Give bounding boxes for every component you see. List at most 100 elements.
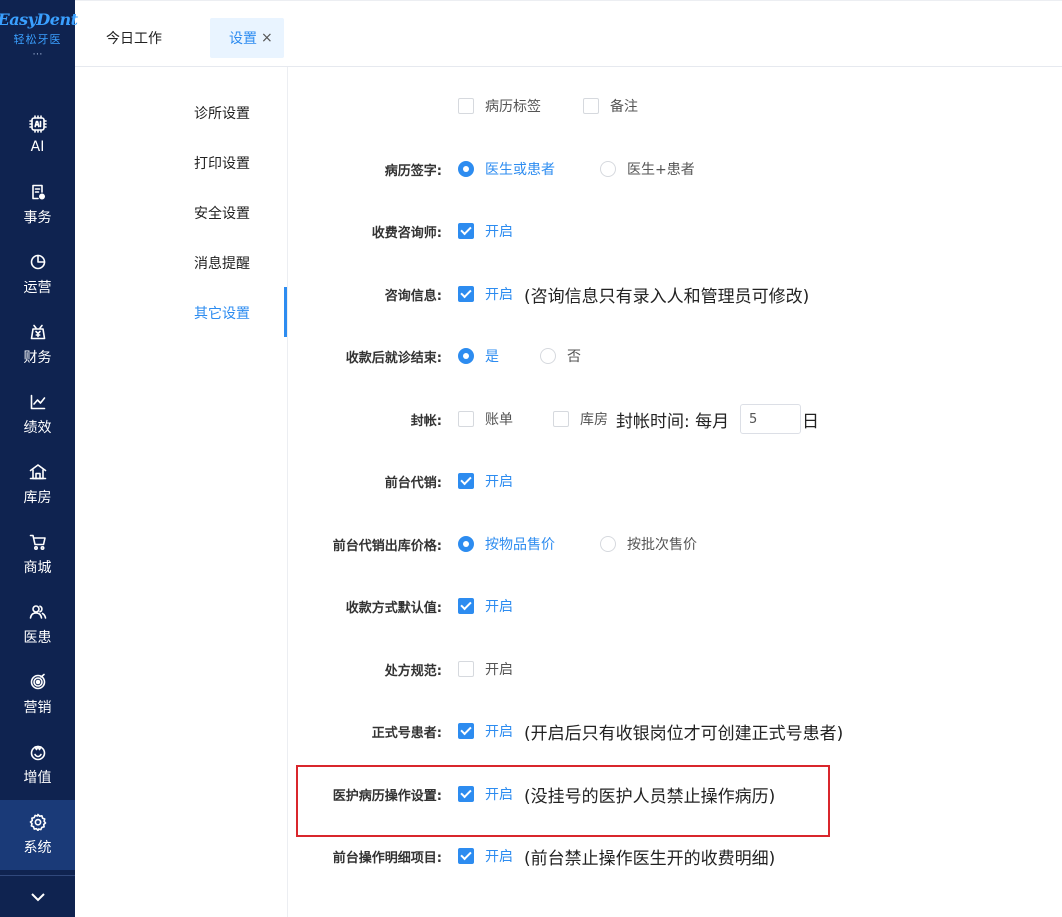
nav-label: 营销 xyxy=(23,700,52,716)
front-consign-toggle[interactable]: 开启 xyxy=(458,471,513,491)
value-added-icon xyxy=(30,745,45,761)
setting-note: (前台禁止操作医生开的收费明细) xyxy=(524,848,776,869)
setting-row-prescription: 处方规范: 开启 xyxy=(288,656,1062,682)
subnav-clinic-settings[interactable]: 诊所设置 xyxy=(194,103,250,123)
subnav-message-reminder[interactable]: 消息提醒 xyxy=(194,253,250,273)
nav-item-ai[interactable]: AI xyxy=(0,100,75,170)
tab-today-work[interactable]: 今日工作 xyxy=(106,18,162,58)
checkbox-checked[interactable] xyxy=(458,723,474,739)
setting-note: (咨询信息只有录入人和管理员可修改) xyxy=(524,286,810,307)
remark-label: 备注 xyxy=(610,99,638,115)
consign-price-opt-item-price[interactable]: 按物品售价 xyxy=(458,534,555,554)
settings-subnav: 诊所设置 打印设置 安全设置 消息提醒 其它设置 xyxy=(75,67,288,917)
consign-price-opt-batch-price[interactable]: 按批次售价 xyxy=(600,534,697,554)
radio-checked[interactable] xyxy=(458,536,474,552)
nav-label: 医患 xyxy=(23,630,52,646)
visit-end-opt-yes[interactable]: 是 xyxy=(458,346,499,366)
nav-item-value-added[interactable]: 增值 xyxy=(0,730,75,800)
setting-label: 前台操作明细项目: xyxy=(332,850,442,866)
setting-row-visit-end: 收款后就诊结束: 是 否 xyxy=(288,343,1062,369)
checkbox-label: 开启 xyxy=(485,474,513,490)
close-icon[interactable]: × xyxy=(261,30,273,46)
nav-item-operations[interactable]: 运营 xyxy=(0,240,75,310)
nav-item-finance[interactable]: 财务 xyxy=(0,310,75,380)
checkbox-unchecked[interactable] xyxy=(553,411,569,427)
checkbox-checked[interactable] xyxy=(458,786,474,802)
checkbox-label: 库房 xyxy=(580,412,608,428)
chevron-down-icon xyxy=(30,892,45,901)
radio-unchecked[interactable] xyxy=(540,348,556,364)
nav-item-patients[interactable]: 医患 xyxy=(0,590,75,660)
visit-end-opt-no[interactable]: 否 xyxy=(540,346,581,366)
setting-label: 收款方式默认值: xyxy=(345,600,442,616)
task-list-icon xyxy=(31,184,45,200)
warehouse-icon xyxy=(29,464,46,480)
radio-unchecked[interactable] xyxy=(600,536,616,552)
consult-info-toggle[interactable]: 开启 xyxy=(458,284,513,304)
setting-row-pay-default: 收款方式默认值: 开启 xyxy=(288,593,1062,619)
tab-bar: 今日工作 设置 × xyxy=(75,0,1062,67)
setting-row-record-sign: 病历签字: 医生或患者 医生+患者 xyxy=(288,156,1062,182)
checkbox-unchecked[interactable] xyxy=(458,661,474,677)
remark-checkbox[interactable] xyxy=(583,98,599,114)
subnav-other-settings[interactable]: 其它设置 xyxy=(194,303,250,323)
tab-settings-label: 设置 xyxy=(229,31,257,47)
setting-row-tags: 病历标签 备注 xyxy=(288,93,1062,119)
sidebar-collapse-button[interactable] xyxy=(0,875,75,917)
nav-label: 商城 xyxy=(23,560,52,576)
nav-item-mall[interactable]: 商城 xyxy=(0,520,75,590)
checkbox-unchecked[interactable] xyxy=(458,411,474,427)
nav-item-tasks[interactable]: 事务 xyxy=(0,170,75,240)
more-dots: ⋯ xyxy=(32,49,43,60)
radio-checked[interactable] xyxy=(458,161,474,177)
setting-row-consign-price: 前台代销出库价格: 按物品售价 按批次售价 xyxy=(288,531,1062,557)
checkbox-label: 账单 xyxy=(485,412,513,428)
checkbox-label: 开启 xyxy=(485,662,513,678)
nav-item-performance[interactable]: 绩效 xyxy=(0,380,75,450)
record-tag-checkbox[interactable] xyxy=(458,98,474,114)
radio-checked[interactable] xyxy=(458,348,474,364)
subnav-security-settings[interactable]: 安全设置 xyxy=(194,203,250,223)
checkbox-checked[interactable] xyxy=(458,223,474,239)
logo-text-en: EasyDent xyxy=(0,10,78,29)
nav-item-system[interactable]: 系统 xyxy=(0,800,75,870)
pay-default-toggle[interactable]: 开启 xyxy=(458,596,513,616)
nav-item-warehouse[interactable]: 库房 xyxy=(0,450,75,520)
nav-label: 运营 xyxy=(23,280,52,296)
checkbox-checked[interactable] xyxy=(458,473,474,489)
radio-unchecked[interactable] xyxy=(600,161,616,177)
setting-row-consult-info: 咨询信息: 开启 (咨询信息只有录入人和管理员可修改) xyxy=(288,281,1062,307)
closing-warehouse-option[interactable]: 库房 xyxy=(553,409,608,429)
checkbox-checked[interactable] xyxy=(458,598,474,614)
radio-label: 医生+患者 xyxy=(627,162,695,178)
tab-settings[interactable]: 设置 × xyxy=(210,18,284,58)
checkbox-label: 开启 xyxy=(485,599,513,615)
setting-row-medical-record-op: 医护病历操作设置: 开启 (没挂号的医护人员禁止操作病历) xyxy=(288,781,1062,807)
setting-row-closing: 封帐: 账单 库房 封帐时间: 每月 日 xyxy=(288,404,1062,434)
record-sign-opt-doctor-or-patient[interactable]: 医生或患者 xyxy=(458,159,555,179)
checkbox-label: 开启 xyxy=(485,224,513,240)
radio-label: 是 xyxy=(485,349,499,365)
setting-label: 收费咨询师: xyxy=(371,225,442,241)
subnav-active-indicator xyxy=(284,287,287,337)
record-tag-option[interactable]: 病历标签 xyxy=(458,96,541,116)
checkbox-checked[interactable] xyxy=(458,848,474,864)
radio-label: 按物品售价 xyxy=(485,537,555,553)
front-detail-toggle[interactable]: 开启 xyxy=(458,846,513,866)
closing-bill-option[interactable]: 账单 xyxy=(458,409,513,429)
line-chart-icon xyxy=(30,394,45,410)
record-tag-label: 病历标签 xyxy=(485,99,541,115)
setting-row-front-detail: 前台操作明细项目: 开启 (前台禁止操作医生开的收费明细) xyxy=(288,843,1062,869)
nav-item-marketing[interactable]: 营销 xyxy=(0,660,75,730)
nav-label: 事务 xyxy=(23,210,52,226)
closing-day-input[interactable] xyxy=(740,404,801,434)
subnav-print-settings[interactable]: 打印设置 xyxy=(194,153,250,173)
record-sign-opt-doctor-and-patient[interactable]: 医生+患者 xyxy=(600,159,695,179)
fee-consultant-toggle[interactable]: 开启 xyxy=(458,221,513,241)
checkbox-checked[interactable] xyxy=(458,286,474,302)
closing-day-suffix: 日 xyxy=(802,411,819,432)
medical-record-op-toggle[interactable]: 开启 xyxy=(458,784,513,804)
prescription-toggle[interactable]: 开启 xyxy=(458,659,513,679)
formal-patient-toggle[interactable]: 开启 xyxy=(458,721,513,741)
remark-option[interactable]: 备注 xyxy=(583,96,638,116)
